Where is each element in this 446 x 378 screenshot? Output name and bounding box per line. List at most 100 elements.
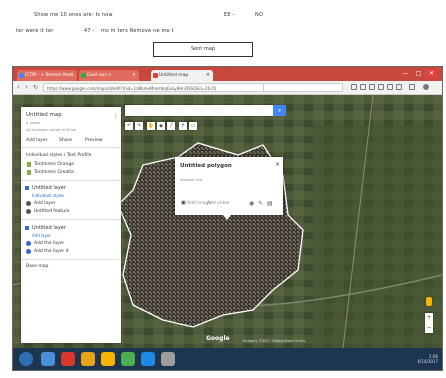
home-icon[interactable] (378, 84, 384, 90)
add-layer-button[interactable]: Add layer (26, 138, 47, 143)
tab-favicon-icon (81, 73, 86, 78)
layer-checkbox[interactable] (25, 226, 29, 230)
menu-icon[interactable] (409, 84, 415, 90)
tab-active[interactable]: Untitled map × (151, 70, 213, 81)
marker-icon (26, 249, 31, 254)
chrome-icon[interactable] (101, 352, 115, 366)
layer-style-row[interactable]: Individual styles / Text Profile (26, 153, 91, 158)
layer-add-link[interactable]: Add layer (32, 233, 51, 238)
feature-color-icon (27, 170, 31, 175)
layer-checkbox[interactable] (25, 186, 29, 190)
tab-favicon-icon (19, 73, 24, 78)
edit-icon[interactable]: ✎ (258, 200, 263, 207)
close-icon[interactable]: × (132, 70, 136, 81)
zoom-control[interactable]: + − (425, 313, 433, 333)
layer-item[interactable]: Add the layer it (34, 249, 69, 254)
base-map-toggle[interactable]: Base map (26, 264, 48, 269)
tab-1[interactable]: ICTM - + Bemen Nor... × (17, 70, 77, 81)
maximize-button[interactable]: □ (412, 69, 425, 78)
folder-icon[interactable] (81, 352, 95, 366)
divider (21, 180, 121, 181)
start-icon[interactable] (19, 352, 33, 366)
zoom-out-icon[interactable]: − (425, 323, 433, 333)
tab-favicon-icon (153, 73, 158, 78)
tab-label: ICTM - + Bemen Nor... (25, 73, 75, 78)
avatar[interactable] (423, 84, 429, 90)
marker-icon[interactable]: ◆ (157, 122, 165, 130)
feature-item[interactable]: Tontinnen Greatla (34, 170, 74, 175)
layer-item[interactable]: Add the layer (34, 241, 64, 246)
layer-style-link[interactable]: Individual styles (32, 193, 64, 198)
map-search-input[interactable]: ⌕ (125, 105, 286, 116)
draw-line-icon[interactable]: ╱ (167, 122, 175, 130)
google-logo: Google (206, 335, 230, 342)
explorer-icon[interactable] (41, 352, 55, 366)
ruler-icon[interactable]: ▭ (189, 122, 197, 130)
search-icon[interactable]: ⌕ (273, 105, 286, 116)
minimize-button[interactable]: — (399, 69, 412, 78)
popup-title: Untitled polygon (180, 163, 232, 169)
doc-code-1: EE - (224, 12, 235, 18)
pdf-icon[interactable] (61, 352, 75, 366)
tab-bar: ICTM - + Bemen Nor... × Geel uns n × Unt… (13, 67, 442, 81)
zoom-in-icon[interactable]: + (425, 313, 433, 323)
close-icon[interactable]: × (275, 161, 280, 168)
layer-item[interactable]: Untitled feature (34, 209, 69, 214)
bookmark-icon[interactable] (351, 84, 357, 90)
browser-screenshot: ICTM - + Bemen Nor... × Geel uns n × Unt… (12, 66, 443, 371)
directions-icon[interactable]: ↱ (179, 122, 187, 130)
popup-tail (223, 215, 231, 220)
layer-title[interactable]: Untitled layer (32, 225, 66, 231)
doc-text-line-2-rest: ms m ters Remove ne me t (101, 28, 174, 34)
layer-title[interactable]: Untitled layer (32, 185, 66, 191)
marker-icon (26, 209, 31, 214)
layers-panel: Untitled map 0 views All changes saved i… (21, 107, 121, 343)
app-icon[interactable] (121, 352, 135, 366)
divider (21, 219, 121, 220)
tab-label: Geel uns n (87, 73, 112, 78)
undo-icon[interactable]: ↶ (125, 122, 133, 130)
share-icon[interactable] (396, 84, 402, 90)
doc-text-line-2: ter were it ter (16, 28, 54, 34)
doc-text-line-1: Show me 10 ones are: Is now (34, 12, 113, 18)
preview-button[interactable]: Preview (85, 138, 103, 143)
add-video-button[interactable]: Add video (207, 201, 229, 206)
reading-icon[interactable] (360, 84, 366, 90)
system-tray[interactable]: 2:06 6/14/2017 (417, 354, 438, 364)
paint-style-icon[interactable]: ◉ (249, 200, 254, 207)
map-attribution: Imagery ©2017 DigitalGlobe Terms (243, 339, 306, 343)
map-title[interactable]: Untitled map (26, 112, 62, 118)
tray-date: 6/14/2017 (417, 359, 438, 364)
send-map-button[interactable]: Sent map (153, 42, 253, 57)
tab-2[interactable]: Geel uns n × (79, 70, 139, 81)
close-icon[interactable]: × (70, 70, 74, 81)
reload-icon[interactable]: ↻ (33, 83, 38, 92)
app-icon[interactable] (161, 352, 175, 366)
browser-search-input[interactable] (263, 83, 343, 92)
window-controls: — □ ✕ (399, 69, 439, 78)
doc-code-2: 47 - (84, 28, 95, 34)
delete-icon[interactable]: ▤ (267, 200, 273, 207)
close-window-button[interactable]: ✕ (425, 69, 438, 78)
close-icon[interactable]: × (206, 70, 210, 81)
map-views: 0 views (26, 120, 41, 125)
more-icon[interactable]: ⋮ (113, 113, 119, 120)
download-icon[interactable] (369, 84, 375, 90)
marker-icon (26, 201, 31, 206)
camera-icon[interactable]: ▣ (181, 200, 186, 206)
divider (21, 259, 121, 260)
forward-icon[interactable]: › (25, 83, 28, 92)
back-icon[interactable]: ‹ (17, 83, 20, 92)
popup-description[interactable]: Sample line (180, 177, 202, 182)
redo-icon[interactable]: ↷ (135, 122, 143, 130)
street-view-icon[interactable] (426, 297, 432, 306)
extension-icon[interactable] (387, 84, 393, 90)
hand-icon[interactable]: ✋ (147, 122, 155, 130)
browser-icon[interactable] (141, 352, 155, 366)
layer-item[interactable]: Add layer (34, 201, 55, 206)
feature-item[interactable]: Tontinnen Orange (34, 162, 74, 167)
doc-value-1: NO (255, 12, 264, 18)
share-button[interactable]: Share (59, 138, 72, 143)
feature-info-popup: Untitled polygon × Sample line Add image… (175, 157, 283, 215)
marker-icon (26, 241, 31, 246)
